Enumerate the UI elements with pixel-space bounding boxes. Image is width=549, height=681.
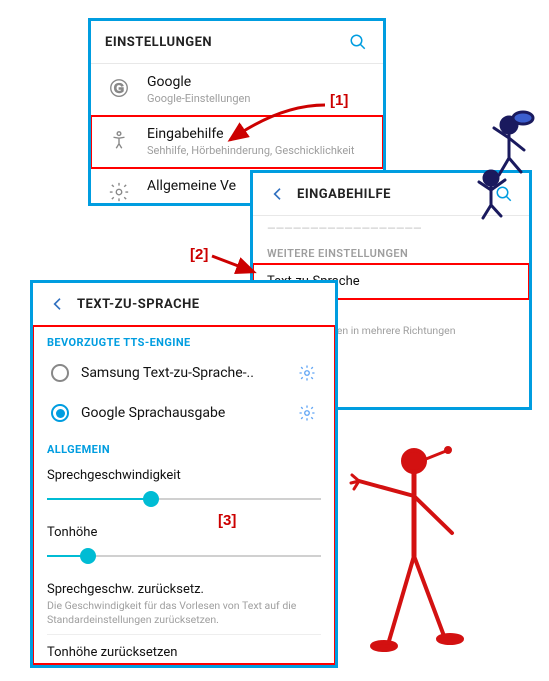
tts-card: TEXT-ZU-SPRACHE BEVORZUGTE TTS-ENGINE Sa… [30,280,338,668]
header-title: TEXT-ZU-SPRACHE [77,297,321,312]
item-label: Google [147,74,250,90]
card-header: TEXT-ZU-SPRACHE [33,283,335,326]
reset-pitch-label: Tonhöhe zurücksetzen [47,645,321,660]
radio-icon[interactable] [51,364,69,382]
general-icon [105,178,133,206]
engine-google[interactable]: Google Sprachausgabe [47,393,321,433]
speed-label: Sprechgeschwindigkeit [47,468,321,483]
back-icon[interactable] [267,183,289,205]
pitch-slider[interactable] [47,546,321,566]
climbers-icon [459,110,539,220]
engine-label: Google Sprachausgabe [81,405,285,421]
svg-text:G: G [114,81,124,96]
engine-label: Samsung Text-zu-Sprache-.. [81,365,285,381]
item-text: Allgemeine Ve [147,178,236,194]
section-engine: BEVORZUGTE TTS-ENGINE [47,326,321,353]
search-icon[interactable] [347,31,369,53]
pitch-label: Tonhöhe [47,525,321,540]
speech-rate[interactable]: Sprechgeschwindigkeit [47,460,321,517]
back-icon[interactable] [47,293,69,315]
speed-slider[interactable] [47,489,321,509]
card-header: EINSTELLUNGEN [91,21,383,64]
google-icon: G [105,74,133,102]
pitch[interactable]: Tonhöhe [47,517,321,574]
arrow-1 [220,100,330,150]
reset-speed[interactable]: Sprechgeschw. zurücksetz. Die Geschwindi… [47,574,321,634]
callout-3: [3] [218,512,236,529]
section-general: ALLGEMEIN [47,433,321,460]
reset-speed-label: Sprechgeschw. zurücksetz. [47,582,321,597]
arrow-2 [210,252,260,282]
reset-speed-sub: Die Geschwindigkeit für das Vorlesen von… [47,599,321,626]
item-label: Allgemeine Ve [147,178,236,194]
section-further-settings: WEITERE EINSTELLUNGEN [253,237,529,264]
reset-pitch[interactable]: Tonhöhe zurücksetzen [47,634,321,664]
header-title: EINSTELLUNGEN [105,35,347,50]
tts-body: BEVORZUGTE TTS-ENGINE Samsung Text-zu-Sp… [33,326,335,664]
gear-icon[interactable] [297,403,317,423]
accessibility-icon [105,126,133,154]
engine-samsung[interactable]: Samsung Text-zu-Sprache-.. [47,353,321,393]
red-figure-icon [334,441,474,661]
callout-1: [1] [330,92,348,109]
gear-icon[interactable] [297,363,317,383]
radio-icon[interactable] [51,404,69,422]
callout-2: [2] [190,246,208,263]
